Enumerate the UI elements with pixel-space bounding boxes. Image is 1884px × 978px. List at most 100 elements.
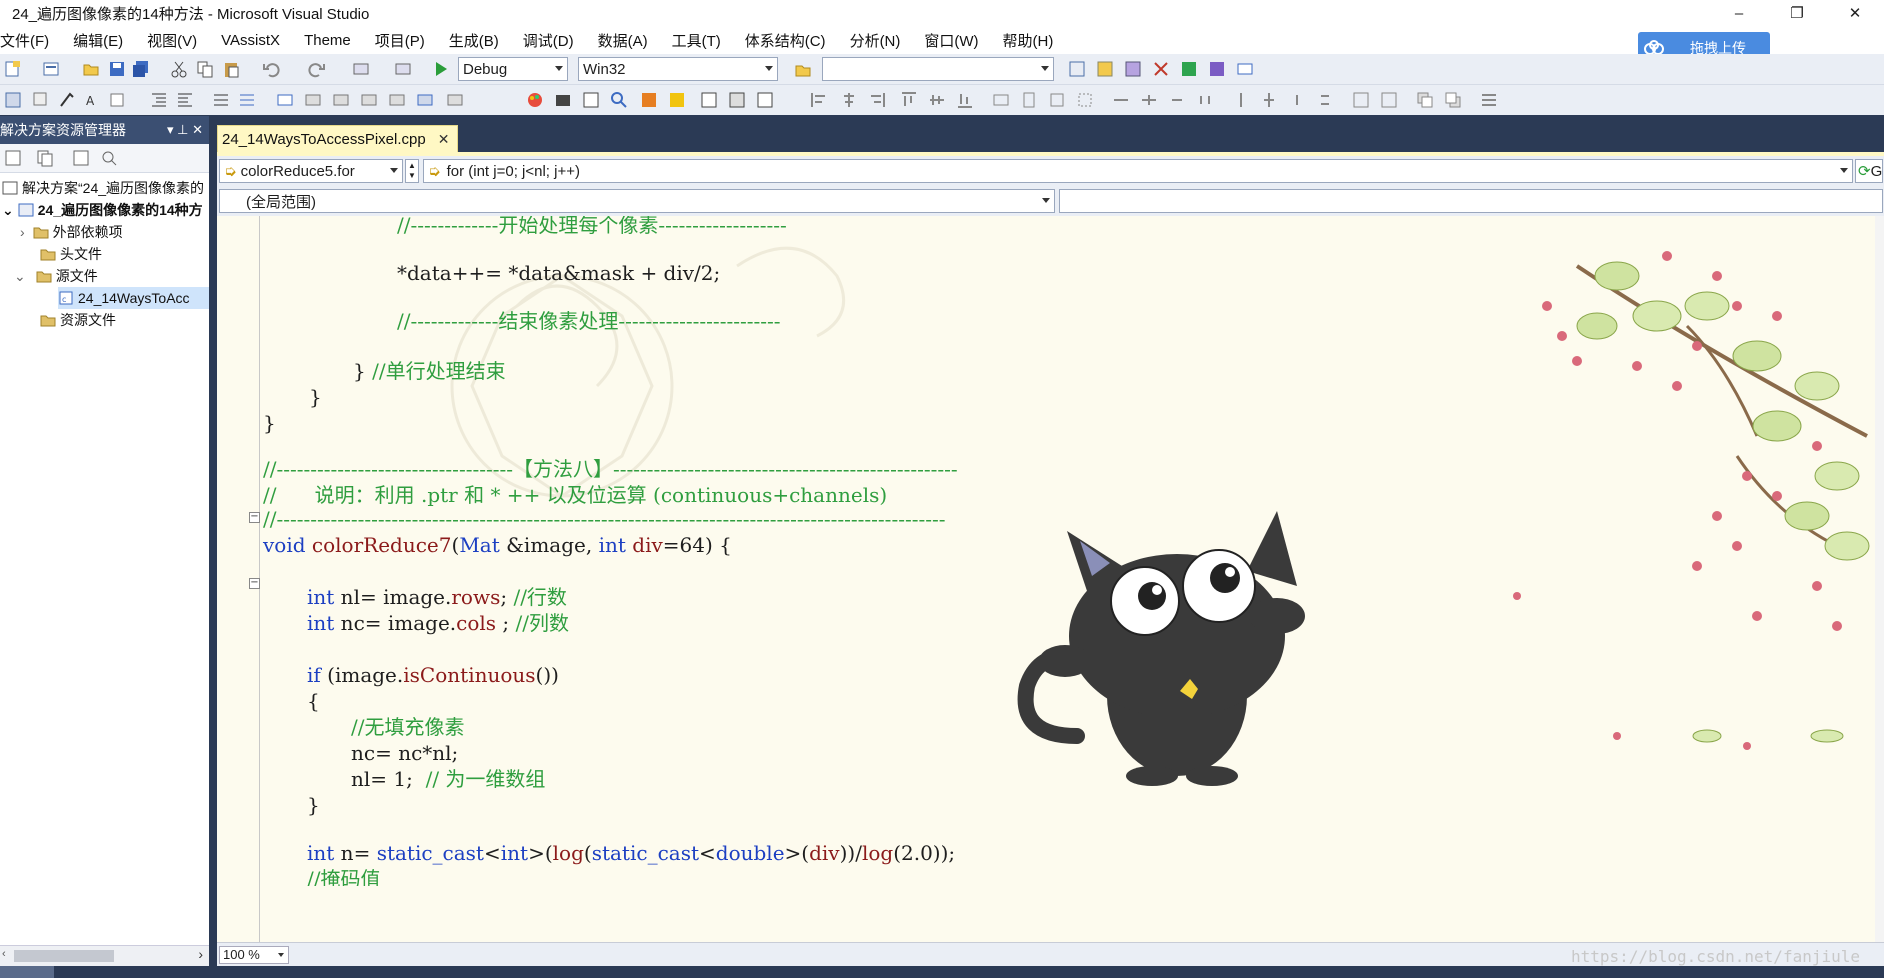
undo-icon[interactable]: [262, 60, 280, 78]
collapse-toggle[interactable]: −: [249, 578, 260, 589]
menu-analyze[interactable]: 分析(N): [838, 30, 913, 51]
scrollbar-thumb[interactable]: [14, 950, 114, 962]
remove-v-spacing-icon[interactable]: [1316, 91, 1334, 109]
scope-spinner[interactable]: ▲ ▼: [405, 159, 419, 183]
next-bookmark-folder-icon[interactable]: [388, 91, 406, 109]
bring-to-front-icon[interactable]: [1416, 91, 1434, 109]
menu-view[interactable]: 视图(V): [135, 30, 209, 51]
close-icon[interactable]: ✕: [438, 131, 450, 148]
bookmark-window-icon[interactable]: [446, 91, 464, 109]
tree-node-solution[interactable]: 解决方案“24_遍历图像像素的: [2, 177, 204, 199]
screenshot-icon[interactable]: [554, 91, 572, 109]
make-same-height-icon[interactable]: [1020, 91, 1038, 109]
new-project-icon[interactable]: [4, 60, 22, 78]
size-to-grid-icon[interactable]: [1076, 91, 1094, 109]
chevron-left-icon[interactable]: ‹: [2, 948, 6, 960]
increase-h-spacing-icon[interactable]: [1140, 91, 1158, 109]
spell-check-icon[interactable]: [756, 91, 774, 109]
navigate-forward-icon[interactable]: [394, 60, 412, 78]
list-methods-icon[interactable]: [668, 91, 686, 109]
open-file-icon[interactable]: [82, 60, 100, 78]
vertical-spacing-icon[interactable]: [1232, 91, 1250, 109]
properties-icon[interactable]: [4, 149, 22, 167]
code-editor[interactable]: − − //-------------开始处理每个像素-------------…: [217, 216, 1875, 942]
go-to-definition-icon[interactable]: [58, 91, 76, 109]
decrease-h-spacing-icon[interactable]: [1168, 91, 1186, 109]
indent-icon[interactable]: [176, 91, 194, 109]
increase-v-spacing-icon[interactable]: [1260, 91, 1278, 109]
menu-edit[interactable]: 编辑(E): [61, 30, 135, 51]
comment-icon[interactable]: [108, 91, 126, 109]
class-view-icon[interactable]: [4, 91, 22, 109]
menu-help[interactable]: 帮助(H): [991, 30, 1066, 51]
find-combo[interactable]: [822, 57, 1054, 81]
refresh-icon[interactable]: [72, 149, 90, 167]
global-scope-select[interactable]: (全局范围): [219, 189, 1055, 213]
text-format-icon[interactable]: A: [84, 91, 102, 109]
restore-button[interactable]: ❐: [1768, 0, 1826, 26]
zoom-select[interactable]: 100 %: [219, 946, 289, 964]
menu-architecture[interactable]: 体系结构(C): [733, 30, 838, 51]
tree-node-cpp-file[interactable]: c 24_14WaysToAcc: [58, 287, 209, 309]
go-button[interactable]: ⟳ G: [1855, 159, 1883, 183]
redo-icon[interactable]: [308, 60, 326, 78]
cut-icon[interactable]: [170, 60, 188, 78]
prev-bookmark-folder-icon[interactable]: [360, 91, 378, 109]
menu-data[interactable]: 数据(A): [586, 30, 660, 51]
chevron-right-icon[interactable]: ›: [198, 946, 203, 962]
solution-explorer-icon[interactable]: [1068, 60, 1086, 78]
menu-theme[interactable]: Theme: [292, 32, 363, 49]
find-symbol-icon[interactable]: [32, 91, 50, 109]
tree-node-source-files[interactable]: ⌄ 源文件: [14, 265, 98, 287]
menu-build[interactable]: 生成(B): [437, 30, 511, 51]
color-palette-icon[interactable]: [526, 91, 544, 109]
align-lefts-icon[interactable]: [810, 91, 828, 109]
find-references-icon[interactable]: [610, 91, 628, 109]
secondary-scope-select[interactable]: [1059, 189, 1883, 213]
make-same-width-icon[interactable]: [992, 91, 1010, 109]
tree-node-resource-files[interactable]: 资源文件: [40, 309, 116, 331]
platform-select[interactable]: Win32: [578, 57, 778, 81]
collapse-toggle[interactable]: −: [249, 512, 260, 523]
tab-cpp-file[interactable]: 24_14WaysToAccessPixel.cpp ✕: [217, 125, 459, 153]
tree-node-header-files[interactable]: 头文件: [40, 243, 102, 265]
uncomment-icon[interactable]: [238, 91, 256, 109]
prev-bookmark-icon[interactable]: [304, 91, 322, 109]
paste-icon[interactable]: [222, 60, 240, 78]
outdent-icon[interactable]: [150, 91, 168, 109]
command-window-icon[interactable]: [1236, 60, 1254, 78]
vertical-scrollbar[interactable]: [1875, 216, 1884, 942]
center-horizontally-icon[interactable]: [1352, 91, 1370, 109]
menu-project[interactable]: 项目(P): [363, 30, 437, 51]
pane-controls[interactable]: ▾ ⊥ ✕: [167, 122, 203, 138]
make-same-size-icon[interactable]: [1048, 91, 1066, 109]
scope-select[interactable]: ➭ colorReduce5.for: [219, 159, 403, 183]
decrease-v-spacing-icon[interactable]: [1288, 91, 1306, 109]
copy-icon[interactable]: [196, 60, 214, 78]
remove-h-spacing-icon[interactable]: [1196, 91, 1214, 109]
view-class-diagram-icon[interactable]: [100, 149, 118, 167]
extension-manager-icon[interactable]: [1208, 60, 1226, 78]
object-browser-icon[interactable]: [1124, 60, 1142, 78]
toggle-icon[interactable]: [728, 91, 746, 109]
menu-window[interactable]: 窗口(W): [912, 30, 990, 51]
close-window-button[interactable]: ✕: [1826, 0, 1884, 26]
open-corresponding-icon[interactable]: [640, 91, 658, 109]
send-to-back-icon[interactable]: [1444, 91, 1462, 109]
tab-order-icon[interactable]: [1480, 91, 1498, 109]
refactor-icon[interactable]: [582, 91, 600, 109]
add-item-icon[interactable]: [42, 60, 60, 78]
menu-file[interactable]: 文件(F): [0, 30, 61, 51]
pane-splitter[interactable]: [209, 116, 217, 966]
horizontal-scrollbar[interactable]: ‹ ›: [0, 945, 209, 966]
find-in-files-icon[interactable]: [794, 60, 812, 78]
minimize-button[interactable]: –: [1710, 0, 1768, 26]
align-bottoms-icon[interactable]: [956, 91, 974, 109]
menu-tools[interactable]: 工具(T): [660, 30, 733, 51]
bookmark-icon[interactable]: [276, 91, 294, 109]
comment-out-icon[interactable]: [212, 91, 230, 109]
navigate-back-icon[interactable]: [352, 60, 370, 78]
tree-node-project[interactable]: ⌄ 24_遍历图像像素的14种方: [2, 199, 203, 221]
center-vertically-icon[interactable]: [1380, 91, 1398, 109]
align-tops-icon[interactable]: [900, 91, 918, 109]
